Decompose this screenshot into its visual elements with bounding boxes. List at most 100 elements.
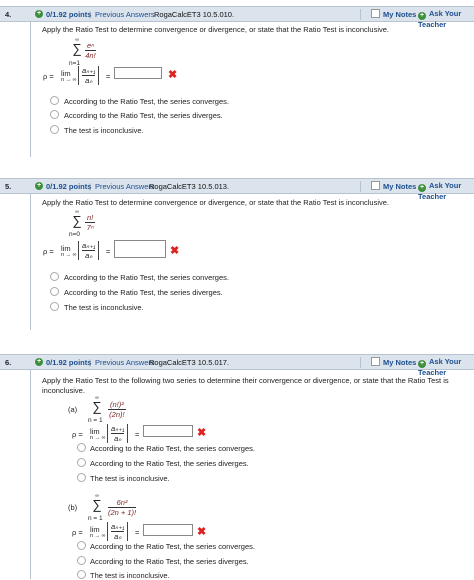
rho-label: ρ = (72, 528, 83, 537)
rho-label: ρ = (72, 430, 83, 439)
previous-answers-link[interactable]: Previous Answers (95, 10, 155, 19)
incorrect-x-icon: ✖ (168, 69, 178, 81)
question-number: 5. (5, 182, 12, 191)
radio-inconclusive[interactable] (50, 302, 59, 311)
radio-a-inconclusive[interactable] (77, 473, 86, 482)
series-term: eⁿ 4n! (85, 41, 96, 60)
points-link[interactable]: 0/1.92 points (46, 358, 91, 367)
left-rule (30, 194, 31, 330)
equals-sign: = (106, 72, 111, 81)
option-label: The test is inconclusive. (64, 126, 144, 135)
radio-diverges[interactable] (50, 287, 59, 296)
incorrect-x-icon: ✖ (197, 526, 207, 538)
question-header: 5. + 0/1.92 points | Previous Answers Ro… (0, 178, 474, 201)
radio-a-diverges[interactable] (77, 458, 86, 467)
option-label: According to the Ratio Test, the series … (90, 444, 255, 453)
radio-converges[interactable] (50, 272, 59, 281)
incorrect-x-icon: ✖ (170, 245, 180, 257)
ratio-abs: aₙ₊₁ aₙ (107, 522, 129, 541)
question-number: 6. (5, 358, 12, 367)
sigma-sum: ∞ ∑ (92, 493, 102, 512)
sum-lower-index: n=0 (69, 231, 81, 238)
my-notes-button[interactable]: My Notes (371, 357, 416, 368)
ask-teacher-button[interactable]: + Ask Your Teacher (418, 357, 474, 377)
question-prompt: Apply the Ratio Test to determine conver… (42, 25, 389, 34)
expand-plus-icon[interactable]: + (35, 10, 43, 18)
points-link[interactable]: 0/1.92 points (46, 10, 91, 19)
question-prompt: Apply the Ratio Test to determine conver… (42, 198, 389, 207)
option-label: According to the Ratio Test, the series … (64, 288, 223, 297)
radio-inconclusive[interactable] (50, 125, 59, 134)
ratio-abs: aₙ₊₁ aₙ (78, 66, 100, 85)
problem-code: RogaCalcET3 10.5.017. (149, 358, 230, 367)
series-term: 6n² (2n + 1)! (108, 498, 137, 517)
part-a-label: (a) (68, 405, 78, 414)
option-label: According to the Ratio Test, the series … (64, 273, 229, 282)
divider (360, 357, 361, 368)
problem-code: RogaCalcET3 10.5.013. (149, 182, 230, 191)
previous-answers-link[interactable]: Previous Answers (95, 358, 155, 367)
limit: lim n → ∞ (90, 525, 106, 539)
separator: | (89, 10, 91, 19)
rho-label: ρ = (43, 247, 54, 256)
radio-converges[interactable] (50, 96, 59, 105)
notes-checkbox-icon (371, 357, 380, 366)
sigma-sum: ∞ ∑ (72, 209, 82, 228)
option-label: The test is inconclusive. (90, 474, 170, 483)
equals-sign: = (106, 247, 111, 256)
question-header: 4. + 0/1.92 points | Previous Answers Ro… (0, 6, 474, 29)
sigma-sum: ∞ ∑ (92, 395, 102, 414)
option-label: The test is inconclusive. (64, 303, 144, 312)
radio-diverges[interactable] (50, 110, 59, 119)
separator: | (89, 358, 91, 367)
rho-answer-input-a[interactable] (143, 425, 193, 437)
points-link[interactable]: 0/1.92 points (46, 182, 91, 191)
option-label: According to the Ratio Test, the series … (64, 97, 229, 106)
series-term: n! 7ⁿ (85, 213, 96, 232)
ask-teacher-button[interactable]: + Ask Your Teacher (418, 181, 474, 201)
incorrect-x-icon: ✖ (197, 427, 207, 439)
divider (360, 181, 361, 192)
sum-lower-index: n = 1 (88, 417, 103, 424)
separator: | (89, 182, 91, 191)
series-term: (n!)² (2n)! (108, 400, 126, 419)
limit: lim n → ∞ (61, 69, 77, 83)
ratio-abs: aₙ₊₁ aₙ (107, 424, 129, 443)
expand-plus-icon[interactable]: + (35, 358, 43, 366)
rho-label: ρ = (43, 72, 54, 81)
problem-code: RogaCalcET3 10.5.010. (154, 10, 235, 19)
plus-icon: + (418, 184, 426, 192)
left-rule (30, 22, 31, 157)
radio-b-converges[interactable] (77, 541, 86, 550)
notes-checkbox-icon (371, 181, 380, 190)
radio-a-converges[interactable] (77, 443, 86, 452)
divider (360, 9, 361, 20)
option-label: According to the Ratio Test, the series … (64, 111, 223, 120)
option-label: According to the Ratio Test, the series … (90, 557, 249, 566)
ratio-abs: aₙ₊₁ aₙ (78, 241, 100, 260)
radio-b-diverges[interactable] (77, 556, 86, 565)
left-rule (30, 370, 31, 579)
my-notes-button[interactable]: My Notes (371, 9, 416, 20)
question-prompt-cont: inconclusive. (42, 386, 85, 395)
rho-answer-input[interactable] (114, 240, 166, 258)
limit: lim n → ∞ (61, 244, 77, 258)
expand-plus-icon[interactable]: + (35, 182, 43, 190)
rho-answer-input-b[interactable] (143, 524, 193, 536)
rho-answer-input[interactable] (114, 67, 162, 79)
option-label: According to the Ratio Test, the series … (90, 542, 255, 551)
equals-sign: = (135, 430, 140, 439)
equals-sign: = (135, 528, 140, 537)
question-header: 6. + 0/1.92 points | Previous Answers Ro… (0, 354, 474, 377)
my-notes-button[interactable]: My Notes (371, 181, 416, 192)
sum-lower-index: n = 1 (88, 515, 103, 522)
previous-answers-link[interactable]: Previous Answers (95, 182, 155, 191)
ask-teacher-button[interactable]: + Ask Your Teacher (418, 9, 474, 29)
limit: lim n → ∞ (90, 427, 106, 441)
question-prompt: Apply the Ratio Test to the following tw… (42, 376, 449, 385)
question-number: 4. (5, 10, 12, 19)
option-label: According to the Ratio Test, the series … (90, 459, 249, 468)
plus-icon: + (418, 12, 426, 20)
radio-b-inconclusive[interactable] (77, 570, 86, 579)
part-b-label: (b) (68, 503, 78, 512)
